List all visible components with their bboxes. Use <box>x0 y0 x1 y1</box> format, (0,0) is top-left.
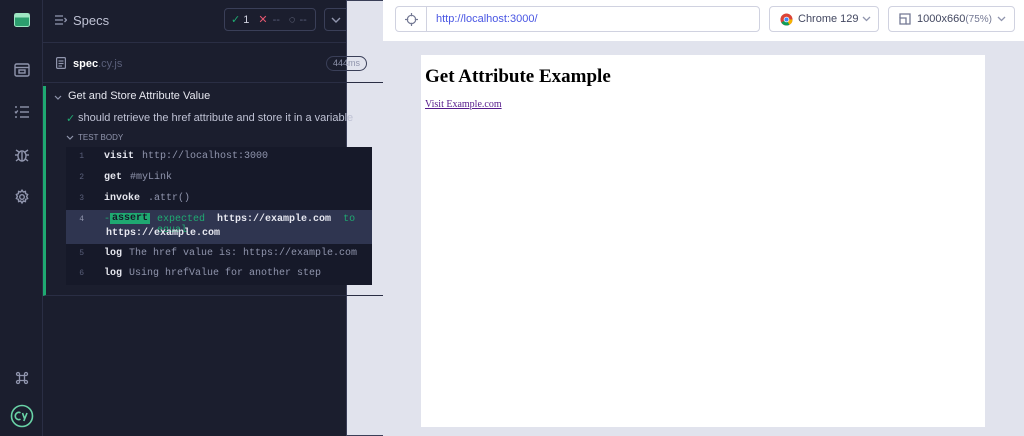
url-text[interactable]: http://localhost:3000/ <box>436 13 538 25</box>
test-suite: Get and Store Attribute Value ✓ should r… <box>43 86 383 296</box>
spec-file-basename: spec <box>73 58 99 70</box>
browser-name: Chrome 129 <box>798 13 859 25</box>
chevron-down-icon <box>997 16 1006 22</box>
specs-nav-icon[interactable] <box>0 50 43 90</box>
chevron-down-icon <box>331 17 340 23</box>
chevron-down-icon <box>862 16 871 22</box>
side-nav <box>0 0 43 436</box>
suite-title[interactable]: Get and Store Attribute Value <box>68 90 210 102</box>
test-stats: ✓ 1 ✕ -- ◌ -- <box>224 8 316 31</box>
command-row[interactable]: 3 invoke .attr() <box>66 189 372 210</box>
viewport-scale: (75%) <box>965 14 993 25</box>
aut-iframe: Get Attribute Example Visit Example.com <box>421 55 985 427</box>
failed-count: -- <box>272 13 280 26</box>
command-name: visit <box>104 151 135 162</box>
viewport-dimensions: 1000x660 <box>917 13 966 25</box>
command-name: invoke <box>104 193 141 204</box>
cypress-app-logo-icon[interactable] <box>0 0 43 40</box>
visit-example-link[interactable]: Visit Example.com <box>425 99 502 110</box>
command-message: http://localhost:3000 <box>142 151 269 162</box>
browser-selector[interactable]: Chrome 129 <box>769 6 879 32</box>
crosshair-icon <box>405 13 418 26</box>
url-bar[interactable]: http://localhost:3000/ <box>426 6 760 32</box>
command-number: 4 <box>79 215 84 224</box>
command-name: log <box>104 268 123 279</box>
command-number: 3 <box>79 194 84 203</box>
reporter-header: Specs ✓ 1 ✕ -- ◌ -- <box>43 0 987 436</box>
chrome-icon <box>780 13 793 26</box>
specs-list-icon[interactable] <box>55 14 67 26</box>
cypress-logo-icon[interactable] <box>0 396 43 436</box>
chevron-down-icon[interactable] <box>66 135 74 140</box>
command-row[interactable]: 6 log Using hrefValue for another step <box>66 264 372 285</box>
collapse-button[interactable] <box>324 8 347 31</box>
command-log-reporter: Specs ✓ 1 ✕ -- ◌ -- spec.cy.js 444ms Get… <box>43 0 987 436</box>
debug-bug-icon[interactable] <box>0 135 43 175</box>
viewport-info[interactable]: 1000x660(75%) <box>888 6 1015 32</box>
viewport-icon <box>899 13 911 25</box>
spec-duration-badge: 444ms <box>325 56 367 71</box>
viewport-size: 1000x660(75%) <box>917 13 992 25</box>
spec-file-row: spec.cy.js 444ms <box>43 43 383 83</box>
passed-count: 1 <box>243 13 250 26</box>
command-row[interactable]: 1 visit http://localhost:3000 <box>66 147 372 168</box>
command-row[interactable]: 5 log The href value is: https://example… <box>66 244 372 265</box>
command-number: 5 <box>79 249 84 258</box>
assert-command-row[interactable]: 4 - assert expected https://example.com … <box>66 210 372 244</box>
command-number: 1 <box>79 152 84 161</box>
command-message: Using hrefValue for another step <box>129 268 322 279</box>
passed-check-icon: ✓ <box>231 14 241 26</box>
command-name: get <box>104 172 123 183</box>
pending-circle-icon: ◌ <box>288 13 296 26</box>
selector-playground-button[interactable] <box>395 6 427 32</box>
command-message: .attr() <box>148 193 191 204</box>
aut-heading: Get Attribute Example <box>425 66 611 87</box>
command-message: #myLink <box>130 172 173 183</box>
document-icon <box>56 57 66 69</box>
command-number: 6 <box>79 269 84 278</box>
assert-actual-value: https://example.com <box>217 214 332 225</box>
passed-check-icon: ✓ <box>66 113 76 125</box>
chevron-down-icon[interactable] <box>54 95 62 100</box>
assert-badge: assert <box>110 213 151 224</box>
assert-expected-text: expected <box>157 214 206 225</box>
command-number: 2 <box>79 173 84 182</box>
failed-x-icon: ✕ <box>258 14 268 26</box>
command-message: The href value is: https://example.com <box>129 248 358 259</box>
keyboard-shortcuts-icon[interactable] <box>0 358 43 398</box>
assert-expected-value: https://example.com <box>106 228 221 239</box>
command-list: 1 visit http://localhost:3000 2 get #myL… <box>66 147 372 285</box>
pending-count: -- <box>299 13 307 26</box>
aut-toolbar: http://localhost:3000/ Chrome 129 1000x6… <box>383 0 1024 42</box>
settings-gear-icon[interactable] <box>0 177 43 217</box>
app-under-test-panel: http://localhost:3000/ Chrome 129 1000x6… <box>383 0 1024 436</box>
command-row[interactable]: 2 get #myLink <box>66 168 372 189</box>
spec-file-name: spec.cy.js <box>73 58 122 70</box>
test-body-label: TEST BODY <box>78 133 124 142</box>
reporter-title[interactable]: Specs <box>73 13 109 28</box>
runs-nav-icon[interactable] <box>0 92 43 132</box>
spec-file-extension: .cy.js <box>98 58 123 70</box>
test-title[interactable]: should retrieve the href attribute and s… <box>78 112 353 124</box>
command-name: log <box>104 248 123 259</box>
